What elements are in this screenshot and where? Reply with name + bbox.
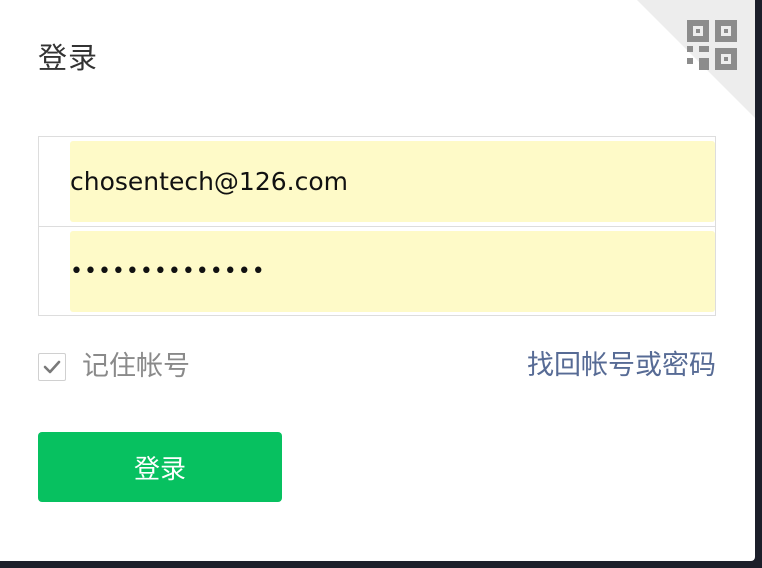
- remember-checkbox[interactable]: [38, 353, 66, 381]
- credentials-box: [38, 136, 716, 316]
- checkmark-icon: [43, 360, 61, 374]
- recover-account-link[interactable]: 找回帐号或密码: [527, 348, 716, 384]
- account-row: [39, 137, 715, 226]
- remember-label: 记住帐号: [82, 351, 190, 382]
- password-row: [39, 227, 715, 316]
- remember-account[interactable]: 记住帐号: [38, 350, 190, 384]
- login-dialog: 登录 chosentech@126.com •••••••••••••• 记住帐…: [0, 0, 755, 561]
- dialog-title: 登录: [38, 41, 99, 75]
- qr-login-toggle[interactable]: [637, 0, 755, 118]
- login-button[interactable]: 登录: [38, 432, 282, 502]
- qrcode-icon: [637, 0, 755, 118]
- account-input[interactable]: [70, 141, 715, 222]
- password-input[interactable]: [70, 231, 715, 312]
